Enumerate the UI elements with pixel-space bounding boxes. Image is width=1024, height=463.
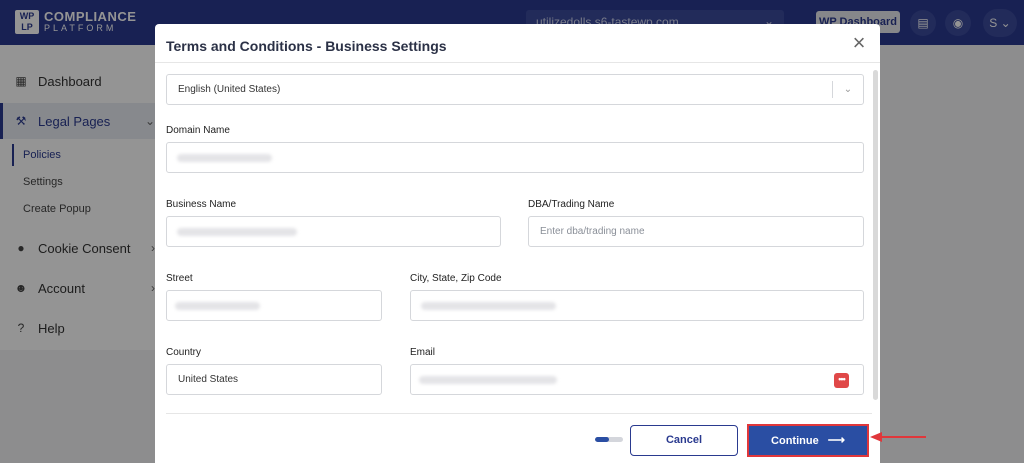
redacted-value: [175, 302, 260, 310]
business-name-label: Business Name: [166, 199, 237, 210]
city-state-zip-label: City, State, Zip Code: [410, 273, 502, 284]
continue-button[interactable]: Continue ⟶: [747, 424, 869, 457]
domain-name-label: Domain Name: [166, 125, 230, 136]
step-progress-fill: [595, 437, 609, 442]
password-manager-icon[interactable]: •••: [834, 373, 849, 388]
annotation-arrow-icon: [870, 432, 926, 442]
city-state-zip-field[interactable]: [410, 290, 864, 321]
domain-name-field[interactable]: [166, 142, 864, 173]
footer-divider: [166, 413, 872, 414]
business-settings-modal: Terms and Conditions - Business Settings…: [155, 24, 880, 463]
language-select[interactable]: English (United States) ⌄: [166, 74, 864, 105]
redacted-value: [419, 376, 557, 384]
dba-placeholder: Enter dba/trading name: [540, 226, 645, 237]
email-field[interactable]: •••: [410, 364, 864, 395]
continue-label: Continue: [771, 435, 819, 447]
redacted-value: [421, 302, 556, 310]
chevron-down-icon: ⌄: [832, 81, 863, 98]
dba-field[interactable]: Enter dba/trading name: [528, 216, 864, 247]
country-field[interactable]: United States: [166, 364, 382, 395]
country-value: United States: [178, 374, 239, 385]
street-label: Street: [166, 273, 193, 284]
redacted-value: [177, 228, 297, 236]
street-field[interactable]: [166, 290, 382, 321]
step-progress-bar: [595, 437, 623, 442]
close-icon[interactable]: ×: [849, 32, 869, 54]
dba-label: DBA/Trading Name: [528, 199, 615, 210]
country-label: Country: [166, 347, 202, 358]
divider: [155, 62, 880, 63]
scrollbar[interactable]: [873, 70, 878, 400]
cancel-button[interactable]: Cancel: [630, 425, 738, 456]
language-select-value: English (United States): [178, 84, 281, 95]
arrow-right-icon: ⟶: [827, 433, 845, 447]
modal-title: Terms and Conditions - Business Settings: [166, 38, 447, 54]
business-name-field[interactable]: [166, 216, 501, 247]
email-label: Email: [410, 347, 436, 358]
redacted-value: [177, 154, 272, 162]
